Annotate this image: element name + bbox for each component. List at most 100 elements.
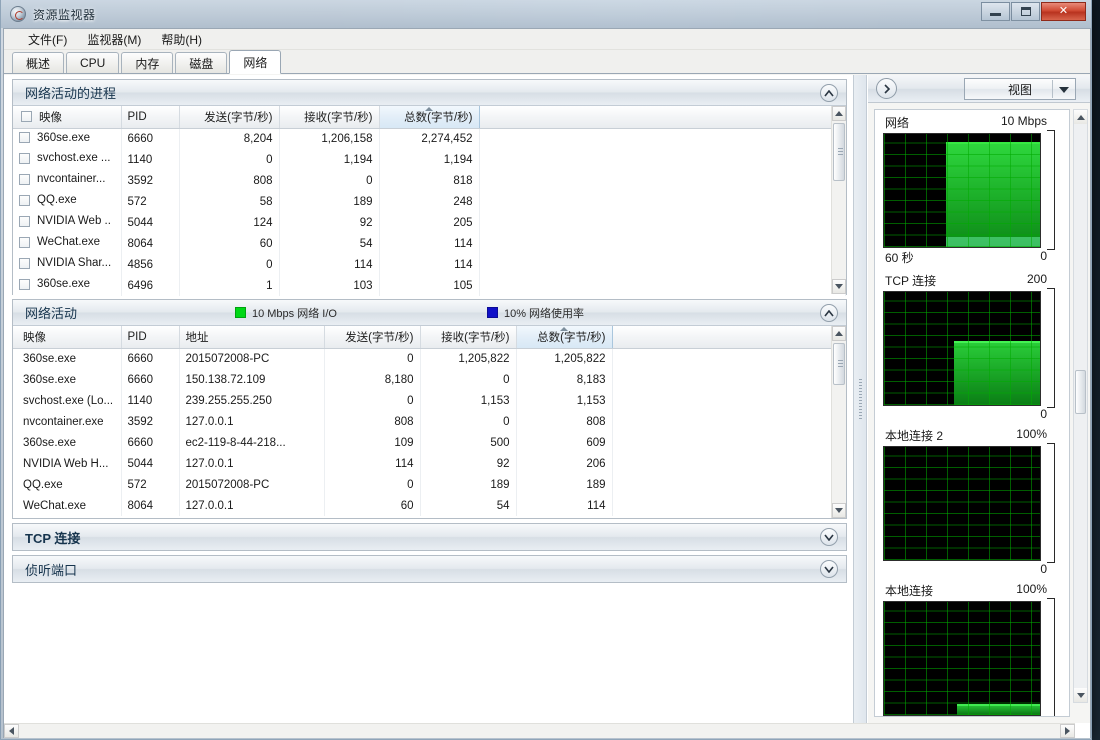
graph-local-connection-2: 本地连接 2 100% 0 bbox=[883, 427, 1061, 576]
tab-overview[interactable]: 概述 bbox=[12, 52, 65, 73]
cell-address: 2015072008-PC bbox=[179, 348, 325, 369]
tab-memory[interactable]: 内存 bbox=[121, 52, 174, 73]
scroll-down-arrow-icon[interactable] bbox=[832, 279, 846, 294]
table-row[interactable]: QQ.exe 572 2015072008-PC 0 189 189 bbox=[13, 474, 846, 495]
menu-file[interactable]: 文件(F) bbox=[18, 29, 77, 50]
table-row[interactable]: WeChat.exe 8064 127.0.0.1 60 54 114 bbox=[13, 495, 846, 516]
cell-filler bbox=[612, 390, 846, 411]
table-row[interactable]: 360se.exe 6496 1 103 105 bbox=[13, 275, 846, 296]
section-title-processes: 网络活动的进程 bbox=[25, 86, 117, 101]
scroll-left-arrow-icon[interactable] bbox=[4, 724, 19, 738]
section-header-tcp[interactable]: TCP 连接 bbox=[13, 524, 846, 550]
menu-help[interactable]: 帮助(H) bbox=[151, 29, 212, 50]
scroll-thumb[interactable] bbox=[833, 343, 845, 385]
processes-table-wrap: 映像 PID 发送(字节/秒) 接收(字节/秒) 总数(字节/秒) 360se.… bbox=[13, 106, 846, 296]
col-header-pid-2[interactable]: PID bbox=[121, 326, 180, 349]
section-header-activity[interactable]: 网络活动 10 Mbps 网络 I/O 10% 网络使用率 bbox=[13, 300, 846, 326]
scroll-down-arrow-icon[interactable] bbox=[1074, 688, 1087, 702]
table-row[interactable]: 360se.exe 6660 150.138.72.109 8,180 0 8,… bbox=[13, 369, 846, 390]
expand-chevron-icon-ports[interactable] bbox=[820, 560, 838, 578]
scroll-up-arrow-icon[interactable] bbox=[832, 106, 846, 121]
table-row[interactable]: svchost.exe ... 1140 0 1,194 1,194 bbox=[13, 149, 846, 170]
row-checkbox[interactable] bbox=[19, 152, 30, 164]
cell-image: 360se.exe bbox=[13, 275, 122, 296]
table-row[interactable]: NVIDIA Web .. 5044 124 92 205 bbox=[13, 212, 846, 233]
scroll-right-arrow-icon[interactable] bbox=[1060, 724, 1075, 738]
col-header-pid[interactable]: PID bbox=[121, 106, 180, 129]
col-header-address[interactable]: 地址 bbox=[179, 326, 325, 349]
section-header-processes[interactable]: 网络活动的进程 bbox=[13, 80, 846, 106]
row-checkbox[interactable] bbox=[19, 194, 30, 206]
row-checkbox[interactable] bbox=[19, 278, 30, 290]
collapse-chevron-icon-processes[interactable] bbox=[820, 84, 838, 102]
graph-tcp-connections: TCP 连接 200 0 bbox=[883, 272, 1061, 421]
close-button[interactable]: ✕ bbox=[1041, 2, 1086, 21]
row-checkbox[interactable] bbox=[19, 215, 30, 227]
table-row[interactable]: nvcontainer.exe 3592 127.0.0.1 808 0 808 bbox=[13, 411, 846, 432]
table-row[interactable]: 360se.exe 6660 2015072008-PC 0 1,205,822… bbox=[13, 348, 846, 369]
tab-network[interactable]: 网络 bbox=[229, 50, 282, 74]
tab-cpu[interactable]: CPU bbox=[66, 52, 120, 73]
graph-network: 网络 10 Mbps 60 秒 0 bbox=[883, 114, 1061, 266]
legend-label-io: 10 Mbps 网络 I/O bbox=[251, 307, 337, 320]
col-header-filler-2 bbox=[612, 326, 846, 349]
window-horizontal-scrollbar[interactable] bbox=[4, 723, 1075, 738]
cell-pid: 6660 bbox=[121, 432, 180, 453]
cell-filler bbox=[479, 254, 846, 275]
collapse-panel-button[interactable] bbox=[876, 78, 897, 99]
collapse-chevron-icon-activity[interactable] bbox=[820, 304, 838, 322]
scroll-thumb[interactable] bbox=[833, 123, 845, 181]
col-header-recv[interactable]: 接收(字节/秒) bbox=[279, 106, 380, 129]
tab-disk[interactable]: 磁盘 bbox=[175, 52, 228, 73]
section-listening-ports: 侦听端口 bbox=[12, 555, 847, 583]
menu-monitor[interactable]: 监视器(M) bbox=[77, 29, 151, 50]
maximize-button[interactable] bbox=[1011, 2, 1040, 21]
col-header-total-2[interactable]: 总数(字节/秒) bbox=[515, 326, 613, 349]
cell-image-label: QQ.exe bbox=[37, 194, 77, 207]
cell-filler bbox=[479, 149, 846, 170]
cell-address: 127.0.0.1 bbox=[179, 453, 325, 474]
col-header-recv-2[interactable]: 接收(字节/秒) bbox=[420, 326, 517, 349]
cell-image: 360se.exe bbox=[13, 369, 122, 390]
minimize-button[interactable] bbox=[981, 2, 1010, 21]
expand-chevron-icon-tcp[interactable] bbox=[820, 528, 838, 546]
graph-gridlines bbox=[884, 134, 1040, 247]
cell-total: 114 bbox=[516, 495, 613, 516]
table-row[interactable]: 360se.exe 6660 ec2-119-8-44-218... 109 5… bbox=[13, 432, 846, 453]
section-header-ports[interactable]: 侦听端口 bbox=[13, 556, 846, 582]
cell-send: 60 bbox=[179, 233, 280, 254]
col-header-send[interactable]: 发送(字节/秒) bbox=[179, 106, 280, 129]
cell-total: 114 bbox=[379, 233, 480, 254]
row-checkbox[interactable] bbox=[19, 132, 30, 143]
row-checkbox[interactable] bbox=[19, 257, 30, 269]
table-row[interactable]: WeChat.exe 8064 60 54 114 bbox=[13, 233, 846, 254]
cell-recv: 189 bbox=[279, 191, 380, 212]
section-tcp-connections: TCP 连接 bbox=[12, 523, 847, 551]
col-header-image-2[interactable]: 映像 bbox=[13, 326, 122, 349]
table-row[interactable]: NVIDIA Web H... 5044 127.0.0.1 114 92 20… bbox=[13, 453, 846, 474]
scroll-up-arrow-icon[interactable] bbox=[1074, 110, 1087, 124]
scroll-up-arrow-icon[interactable] bbox=[832, 326, 846, 341]
pane-splitter[interactable] bbox=[853, 75, 867, 723]
select-all-checkbox[interactable] bbox=[21, 111, 32, 122]
col-header-total[interactable]: 总数(字节/秒) bbox=[378, 106, 480, 129]
table-row[interactable]: NVIDIA Shar... 4856 0 114 114 bbox=[13, 254, 846, 275]
table-row[interactable]: nvcontainer... 3592 808 0 818 bbox=[13, 170, 846, 191]
right-pane-scrollbar[interactable] bbox=[1073, 109, 1088, 703]
activity-vertical-scrollbar[interactable] bbox=[831, 326, 846, 518]
table-row[interactable]: svchost.exe (Lo... 1140 239.255.255.250 … bbox=[13, 390, 846, 411]
table-row[interactable]: QQ.exe 572 58 189 248 bbox=[13, 191, 846, 212]
row-checkbox[interactable] bbox=[19, 236, 30, 248]
col-header-image[interactable]: 映像 bbox=[13, 106, 122, 129]
cell-image: 360se.exe bbox=[13, 348, 122, 369]
graph-bracket-tcp bbox=[1047, 288, 1055, 408]
cell-pid: 4856 bbox=[121, 254, 180, 275]
row-checkbox[interactable] bbox=[19, 173, 30, 185]
table-row[interactable]: 360se.exe 6660 8,204 1,206,158 2,274,452 bbox=[13, 128, 846, 149]
cell-send: 8,180 bbox=[324, 369, 421, 390]
view-dropdown-button[interactable]: 视图 bbox=[964, 78, 1076, 100]
col-header-send-2[interactable]: 发送(字节/秒) bbox=[324, 326, 421, 349]
processes-vertical-scrollbar[interactable] bbox=[831, 106, 846, 294]
scroll-thumb[interactable] bbox=[1075, 370, 1086, 414]
scroll-down-arrow-icon[interactable] bbox=[832, 503, 846, 518]
